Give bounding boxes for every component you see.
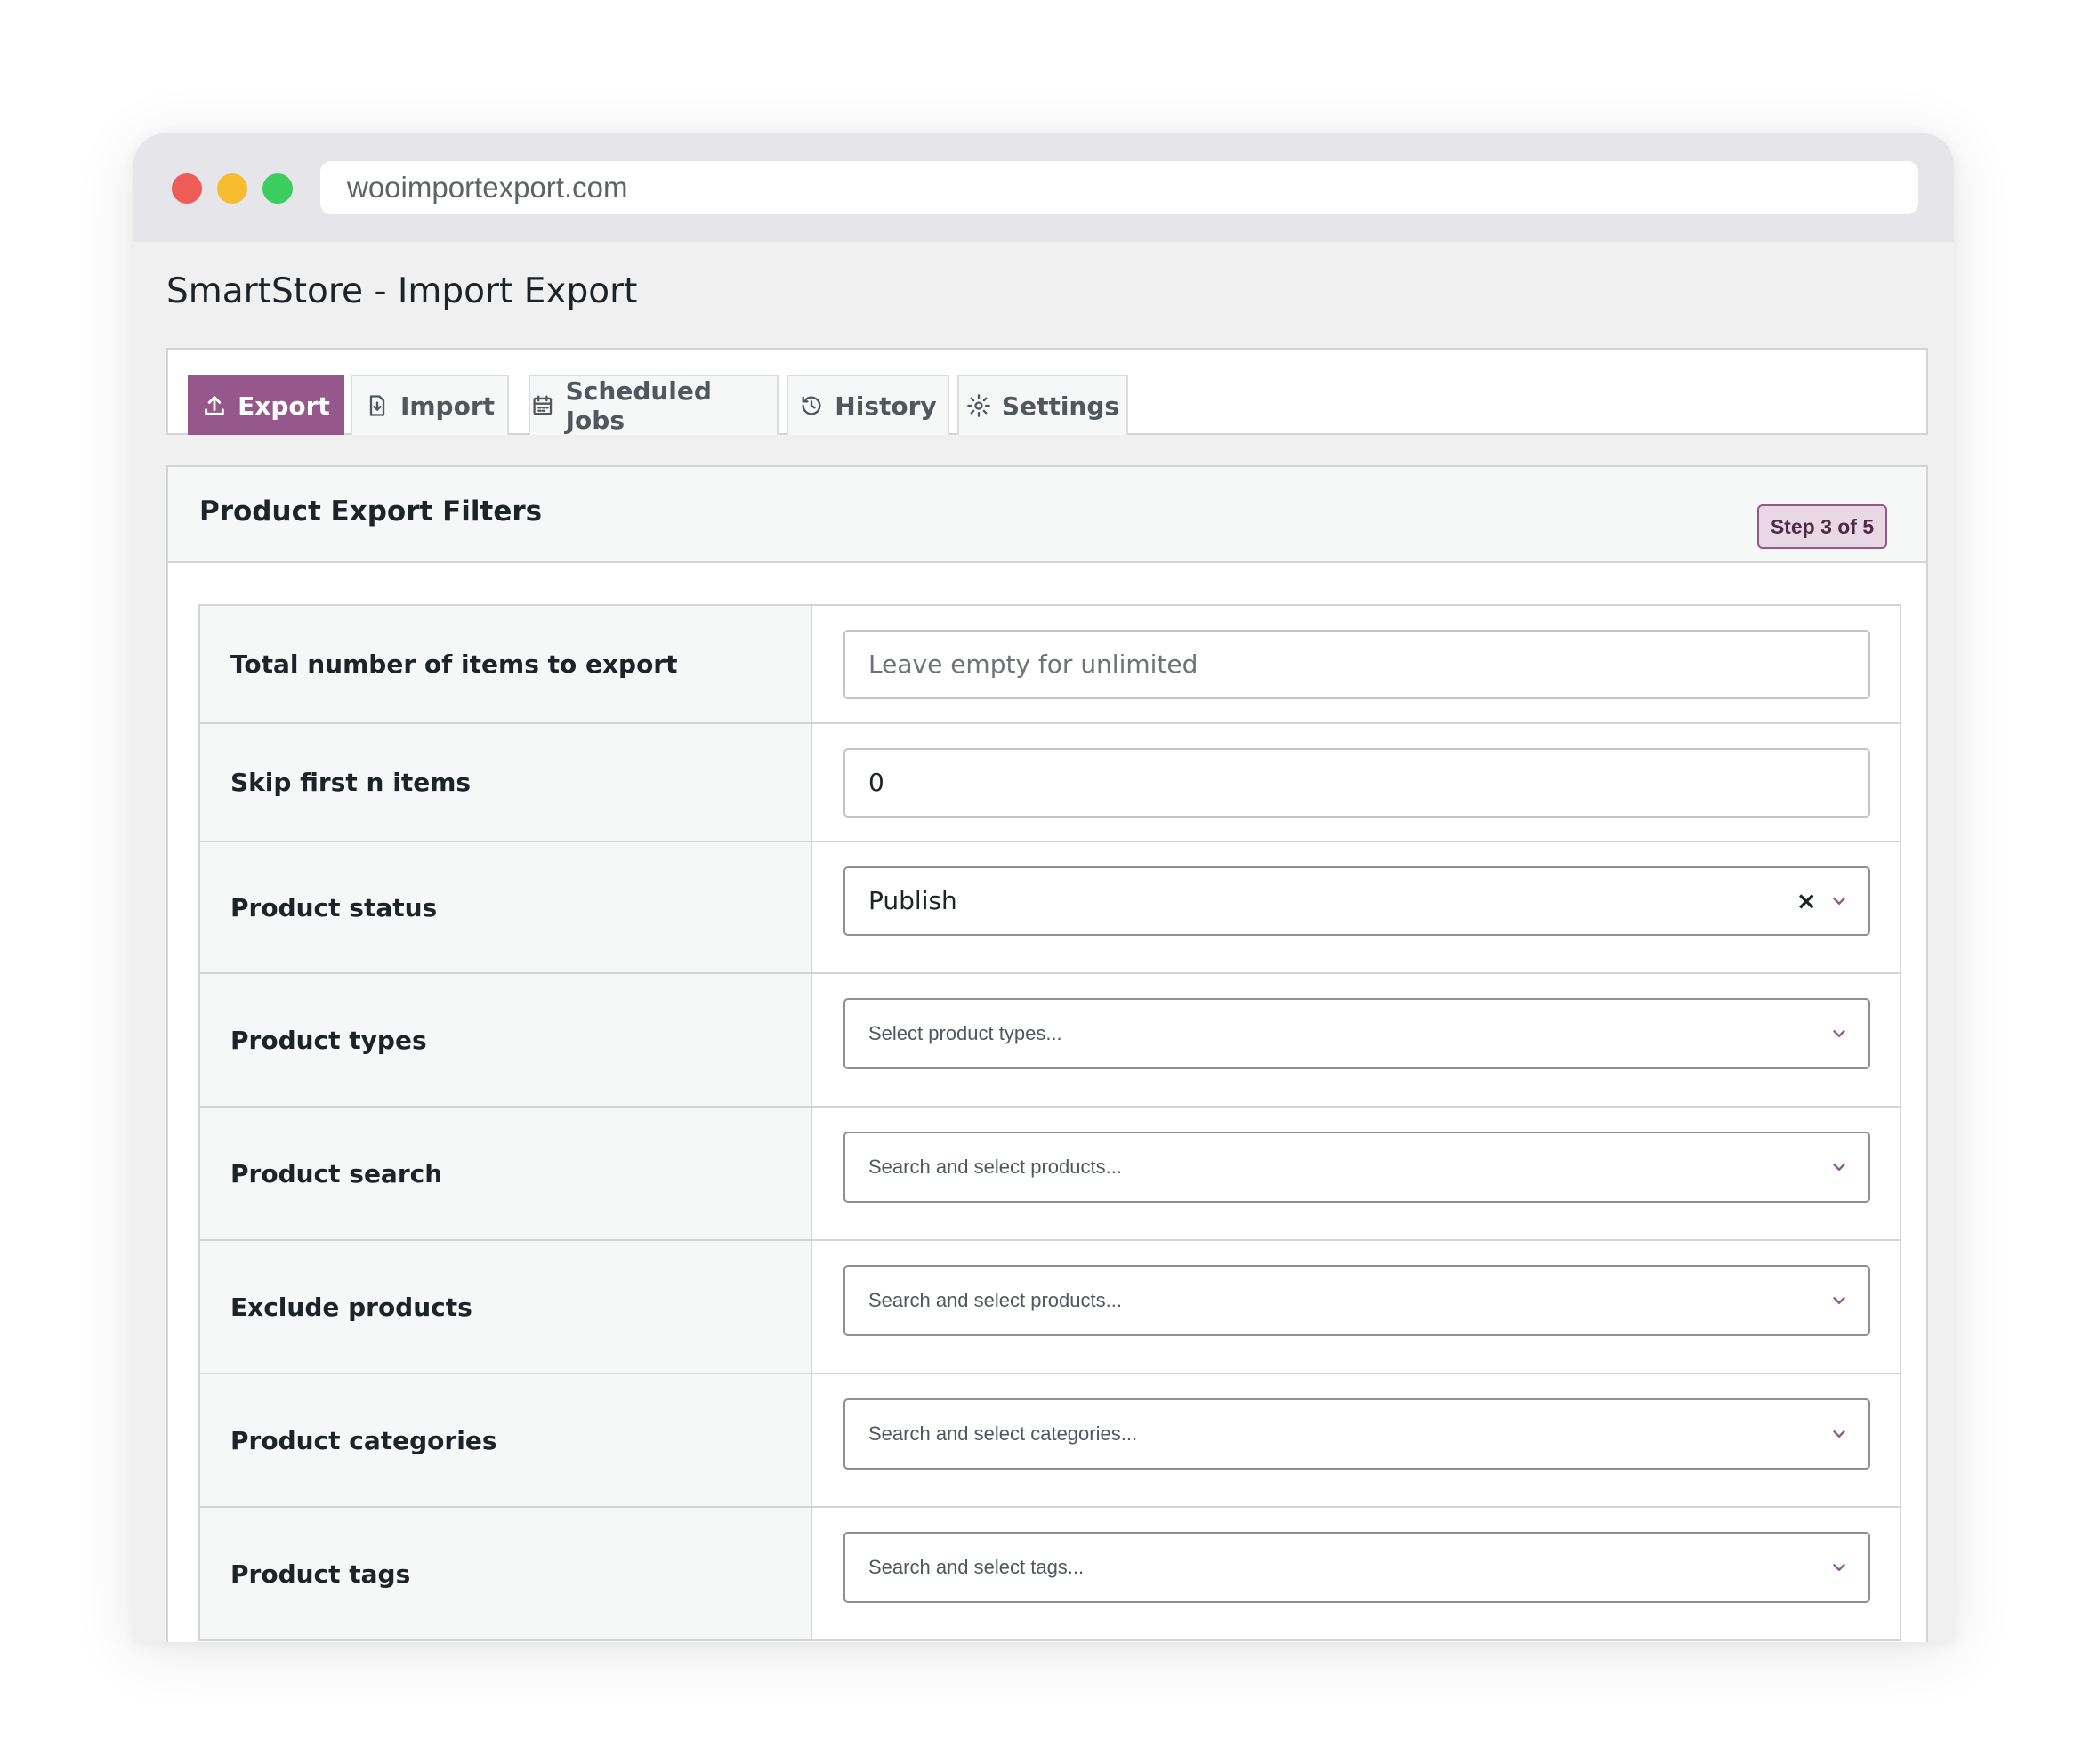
tab-import[interactable]: Import <box>351 375 509 435</box>
gear-icon <box>967 394 990 417</box>
tab-label: Scheduled Jobs <box>565 376 712 435</box>
product-search-select[interactable]: Search and select products... <box>843 1132 1870 1203</box>
field-label: Total number of items to export <box>200 606 812 722</box>
table-row: Exclude products Search and select produ… <box>200 1241 1900 1374</box>
panel-header: Product Export Filters Step 3 of 5 <box>168 467 1926 563</box>
select-placeholder: Search and select categories... <box>868 1422 1138 1445</box>
calendar-icon <box>533 395 553 415</box>
tab-export[interactable]: Export <box>188 375 344 435</box>
product-tags-select[interactable]: Search and select tags... <box>843 1532 1870 1603</box>
tab-scheduled-jobs[interactable]: Scheduled Jobs <box>529 375 779 435</box>
tab-label: Import <box>399 391 496 421</box>
table-row: Product status Publish × <box>200 842 1900 974</box>
field-label: Product categories <box>200 1374 812 1506</box>
table-row: Total number of items to export Leave em… <box>200 606 1900 724</box>
select-placeholder: Search and select tags... <box>868 1556 1085 1578</box>
tab-bar: Export Import Scheduled Jobs History Set… <box>166 348 1928 435</box>
exclude-products-select[interactable]: Search and select products... <box>843 1265 1870 1336</box>
close-window-button[interactable] <box>172 173 202 204</box>
minimize-window-button[interactable] <box>217 173 247 204</box>
tab-label: Settings <box>1001 391 1120 421</box>
select-placeholder: Search and select products... <box>868 1289 1122 1311</box>
selected-value: Publish <box>868 886 957 915</box>
field-label: Skip first n items <box>200 724 812 841</box>
select-placeholder: Select product types... <box>868 1022 1062 1044</box>
chevron-down-icon <box>1833 898 1845 905</box>
chevron-down-icon <box>1833 1164 1845 1171</box>
product-types-select[interactable]: Select product types... <box>843 998 1870 1069</box>
chevron-down-icon <box>1833 1030 1845 1037</box>
table-row: Skip first n items 0 <box>200 724 1900 842</box>
upload-icon <box>205 396 224 415</box>
address-bar[interactable]: wooimportexport.com <box>320 161 1918 214</box>
field-label: Product tags <box>200 1508 812 1639</box>
product-categories-select[interactable]: Search and select categories... <box>843 1398 1870 1470</box>
panel-title: Product Export Filters <box>199 495 543 528</box>
table-row: Product tags Search and select tags... <box>200 1508 1900 1641</box>
page-title: SmartStore - Import Export <box>166 271 638 311</box>
filters-table: Total number of items to export Leave em… <box>198 604 1901 1641</box>
table-row: Product search Search and select product… <box>200 1108 1900 1241</box>
tab-settings[interactable]: Settings <box>957 375 1128 435</box>
import-file-icon <box>369 395 385 416</box>
chevron-down-icon <box>1833 1297 1845 1304</box>
tab-history[interactable]: History <box>787 375 949 435</box>
step-badge: Step 3 of 5 <box>1757 504 1887 549</box>
total-items-input[interactable]: Leave empty for unlimited <box>843 630 1870 699</box>
maximize-window-button[interactable] <box>262 173 293 204</box>
chevron-down-icon <box>1833 1564 1845 1571</box>
tab-label: History <box>835 391 937 421</box>
select-placeholder: Search and select products... <box>868 1156 1122 1178</box>
export-filters-panel: Product Export Filters Step 3 of 5 Total… <box>166 465 1928 1642</box>
table-row: Product types Select product types... <box>200 974 1900 1108</box>
skip-items-input[interactable]: 0 <box>843 748 1870 818</box>
product-status-select[interactable]: Publish × <box>843 866 1870 936</box>
clear-selection-icon[interactable]: × <box>1796 868 1817 934</box>
tab-label: Export <box>238 391 330 421</box>
browser-chrome: wooimportexport.com <box>133 133 1954 242</box>
field-label: Exclude products <box>200 1241 812 1373</box>
field-label: Product status <box>200 842 812 972</box>
field-label: Product types <box>200 974 812 1106</box>
table-row: Product categories Search and select cat… <box>200 1374 1900 1508</box>
field-label: Product search <box>200 1108 812 1239</box>
history-icon <box>802 396 821 415</box>
browser-window: wooimportexport.com SmartStore - Import … <box>133 133 1954 1642</box>
chevron-down-icon <box>1833 1430 1845 1438</box>
